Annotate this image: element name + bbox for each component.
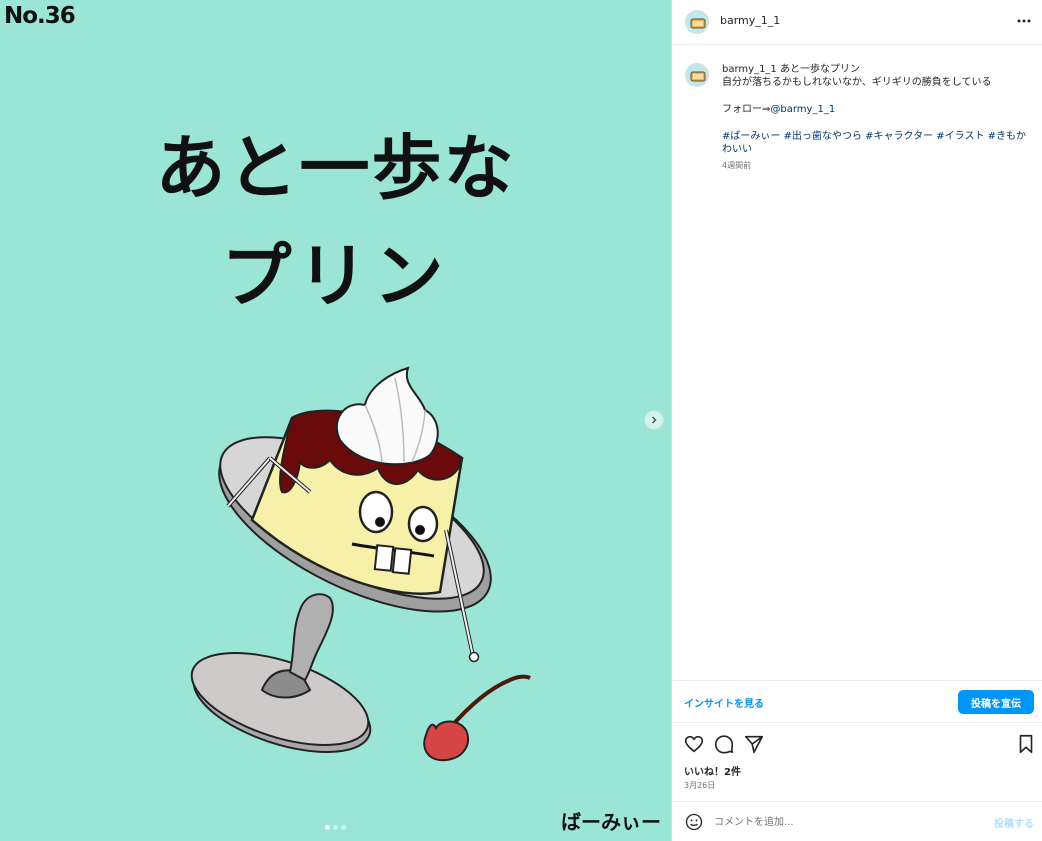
cherry: [423, 674, 531, 762]
caption-line: 自分が落ちるかもしれないなか、ギリギリの勝負をしている: [722, 77, 992, 88]
view-insights-link[interactable]: インサイトを見る: [684, 695, 764, 710]
bookmark-icon[interactable]: [1015, 733, 1037, 755]
dish-base: [190, 652, 372, 753]
toast-avatar-icon: [690, 18, 706, 29]
caption-text: barmy_1_1 あと一歩なプリン 自分が落ちるかもしれないなか、ギリギリの勝…: [722, 63, 1034, 172]
heart-icon[interactable]: [683, 733, 705, 755]
post-header: barmy_1_1: [672, 0, 1042, 45]
caption-title: あと一歩なプリン: [779, 64, 860, 75]
post-date: 3月26日: [684, 781, 716, 790]
comment-bar: 投稿する: [672, 801, 1042, 841]
artist-signature: ばーみぃー: [561, 810, 661, 834]
whipped-cream: [335, 366, 439, 466]
post-image: No.36 あと一歩な プリン ばーみぃー: [0, 0, 671, 841]
image-title-line1: あと一歩な: [155, 127, 516, 209]
insight-bar: インサイトを見る 投稿を宣伝: [672, 680, 1042, 723]
post-comment-button[interactable]: 投稿する: [994, 815, 1034, 830]
comment-icon[interactable]: [713, 733, 735, 755]
comment-input[interactable]: [714, 811, 974, 833]
more-horizontal-icon[interactable]: [1016, 13, 1032, 29]
emoji-icon[interactable]: [684, 812, 704, 832]
chevron-right-icon: [651, 416, 657, 424]
like-count[interactable]: いいね！2件: [684, 763, 741, 778]
toast-avatar-icon: [690, 71, 706, 82]
carousel-indicator: [325, 825, 346, 830]
avatar[interactable]: [685, 63, 709, 87]
promote-post-button[interactable]: 投稿を宣伝: [958, 690, 1034, 714]
caption-time[interactable]: 4週間前: [722, 159, 1034, 172]
mention-link[interactable]: @barmy_1_1: [770, 104, 835, 115]
carousel-dot: [325, 825, 330, 830]
image-title-line2: プリン: [221, 235, 450, 317]
caption-username[interactable]: barmy_1_1: [722, 64, 777, 75]
carousel-dot: [333, 825, 338, 830]
next-image-button[interactable]: [644, 410, 664, 430]
carousel-dot: [341, 825, 346, 830]
header-username[interactable]: barmy_1_1: [720, 14, 780, 27]
follow-prefix: フォロー⇒: [722, 104, 771, 115]
avatar[interactable]: [685, 10, 709, 34]
post-side-panel: barmy_1_1 barmy_1_1 あと一歩なプリン 自分が落ちるかもしれな…: [672, 0, 1042, 841]
post-number: No.36: [4, 3, 76, 29]
hashtags[interactable]: #ばーみぃー #出っ歯なやつら #キャラクター #イラスト #きもかわいい: [722, 130, 1034, 156]
action-bar: [672, 731, 1042, 757]
share-icon[interactable]: [743, 733, 765, 755]
